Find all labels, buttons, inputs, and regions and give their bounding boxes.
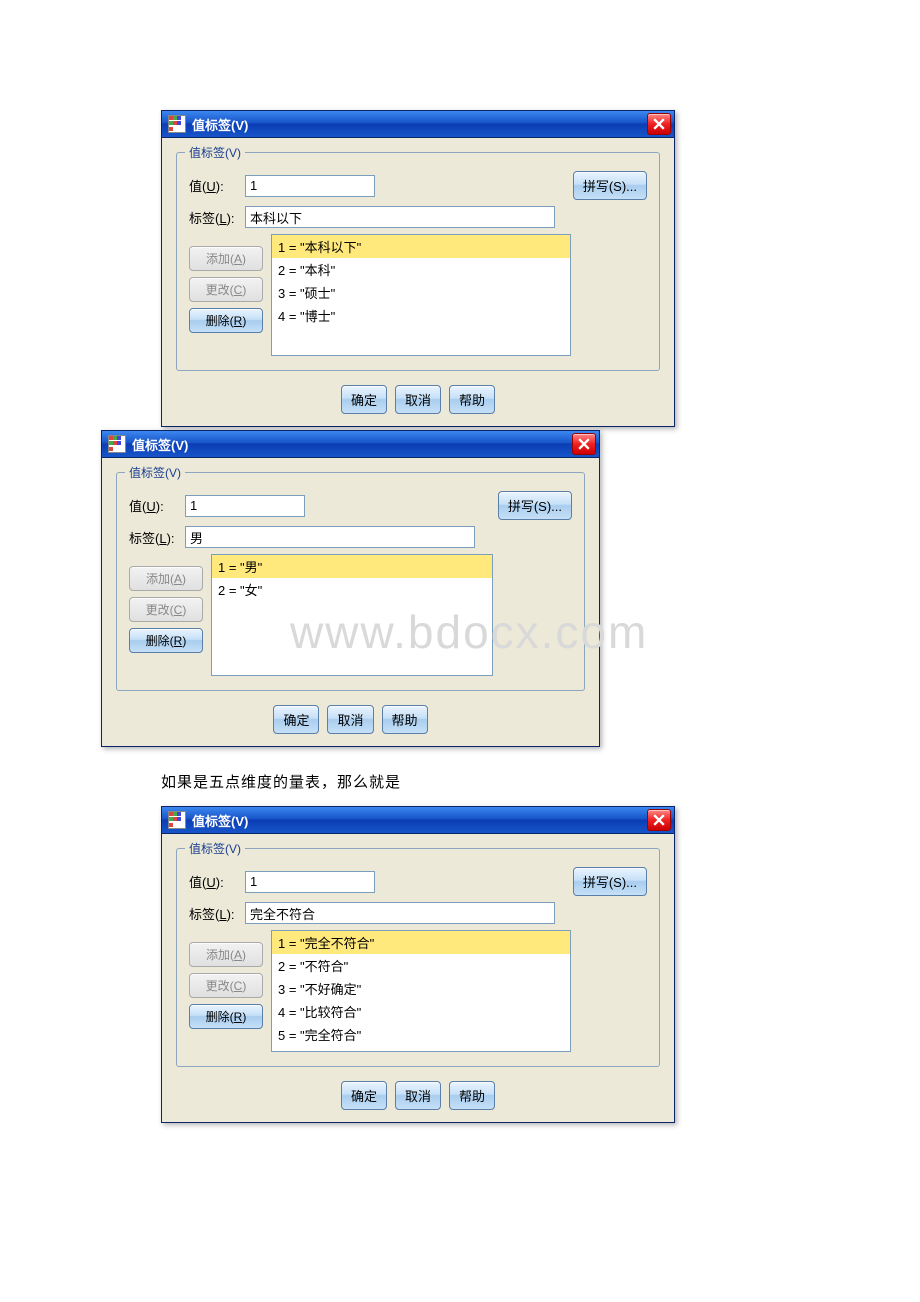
value-input[interactable]	[185, 495, 305, 517]
close-icon	[578, 438, 590, 450]
group-label: 值标签(V)	[185, 840, 245, 857]
list-item[interactable]: 3 = "硕士"	[272, 281, 570, 304]
list-item[interactable]: 2 = "不符合"	[272, 954, 570, 977]
value-labels-group: 值标签(V) 值(U): 拼写(S)... 标签(L): 添加(A) 更改(C)…	[176, 848, 660, 1067]
label-input[interactable]	[245, 902, 555, 924]
value-labels-dialog-1: 值标签(V) 值标签(V) 值(U): 拼写(S)... 标签(L): 添加(A…	[161, 110, 675, 427]
list-item[interactable]: 1 = "本科以下"	[272, 235, 570, 258]
app-grid-icon	[168, 115, 186, 133]
value-labels-list[interactable]: 1 = "男" 2 = "女"	[211, 554, 493, 676]
change-button: 更改(C)	[189, 973, 263, 998]
close-icon	[653, 814, 665, 826]
cancel-button[interactable]: 取消	[395, 1081, 441, 1110]
value-labels-dialog-3: 值标签(V) 值标签(V) 值(U): 拼写(S)... 标签(L): 添加(A…	[161, 806, 675, 1123]
dialog-title: 值标签(V)	[132, 435, 572, 454]
label-input[interactable]	[245, 206, 555, 228]
help-button[interactable]: 帮助	[449, 385, 495, 414]
app-grid-icon	[108, 435, 126, 453]
value-label: 值(U):	[129, 496, 185, 515]
value-labels-group: 值标签(V) 值(U): 拼写(S)... 标签(L): 添加(A) 更改(C)…	[176, 152, 660, 371]
titlebar[interactable]: 值标签(V)	[162, 807, 674, 834]
group-label: 值标签(V)	[185, 144, 245, 161]
spelling-button[interactable]: 拼写(S)...	[573, 867, 647, 896]
add-button: 添加(A)	[189, 246, 263, 271]
close-button[interactable]	[647, 809, 671, 831]
value-input[interactable]	[245, 175, 375, 197]
value-labels-list[interactable]: 1 = "完全不符合" 2 = "不符合" 3 = "不好确定" 4 = "比较…	[271, 930, 571, 1052]
label-label: 标签(L):	[189, 208, 245, 227]
remove-button[interactable]: 删除(R)	[129, 628, 203, 653]
list-item[interactable]: 4 = "比较符合"	[272, 1000, 570, 1023]
list-item[interactable]: 5 = "完全符合"	[272, 1023, 570, 1046]
app-grid-icon	[168, 811, 186, 829]
value-label: 值(U):	[189, 872, 245, 891]
dialog-title: 值标签(V)	[192, 811, 647, 830]
list-item[interactable]: 1 = "完全不符合"	[272, 931, 570, 954]
label-label: 标签(L):	[129, 528, 185, 547]
titlebar[interactable]: 值标签(V)	[102, 431, 599, 458]
list-item[interactable]: 2 = "本科"	[272, 258, 570, 281]
value-labels-group: 值标签(V) 值(U): 拼写(S)... 标签(L): 添加(A) 更改(C)…	[116, 472, 585, 691]
spelling-button[interactable]: 拼写(S)...	[498, 491, 572, 520]
help-button[interactable]: 帮助	[382, 705, 428, 734]
value-label: 值(U):	[189, 176, 245, 195]
add-button: 添加(A)	[129, 566, 203, 591]
group-label: 值标签(V)	[125, 464, 185, 481]
add-button: 添加(A)	[189, 942, 263, 967]
document-paragraph: 如果是五点维度的量表，那么就是	[161, 771, 824, 792]
titlebar[interactable]: 值标签(V)	[162, 111, 674, 138]
dialog-title: 值标签(V)	[192, 115, 647, 134]
list-item[interactable]: 2 = "女"	[212, 578, 492, 601]
cancel-button[interactable]: 取消	[395, 385, 441, 414]
ok-button[interactable]: 确定	[273, 705, 319, 734]
value-input[interactable]	[245, 871, 375, 893]
ok-button[interactable]: 确定	[341, 1081, 387, 1110]
list-item[interactable]: 3 = "不好确定"	[272, 977, 570, 1000]
remove-button[interactable]: 删除(R)	[189, 1004, 263, 1029]
value-labels-list[interactable]: 1 = "本科以下" 2 = "本科" 3 = "硕士" 4 = "博士"	[271, 234, 571, 356]
close-icon	[653, 118, 665, 130]
list-item[interactable]: 4 = "博士"	[272, 304, 570, 327]
help-button[interactable]: 帮助	[449, 1081, 495, 1110]
remove-button[interactable]: 删除(R)	[189, 308, 263, 333]
close-button[interactable]	[647, 113, 671, 135]
label-input[interactable]	[185, 526, 475, 548]
close-button[interactable]	[572, 433, 596, 455]
value-labels-dialog-2: 值标签(V) 值标签(V) 值(U): 拼写(S)... 标签(L): 添加(A…	[101, 430, 600, 747]
ok-button[interactable]: 确定	[341, 385, 387, 414]
cancel-button[interactable]: 取消	[327, 705, 373, 734]
label-label: 标签(L):	[189, 904, 245, 923]
list-item[interactable]: 1 = "男"	[212, 555, 492, 578]
change-button: 更改(C)	[189, 277, 263, 302]
change-button: 更改(C)	[129, 597, 203, 622]
spelling-button[interactable]: 拼写(S)...	[573, 171, 647, 200]
